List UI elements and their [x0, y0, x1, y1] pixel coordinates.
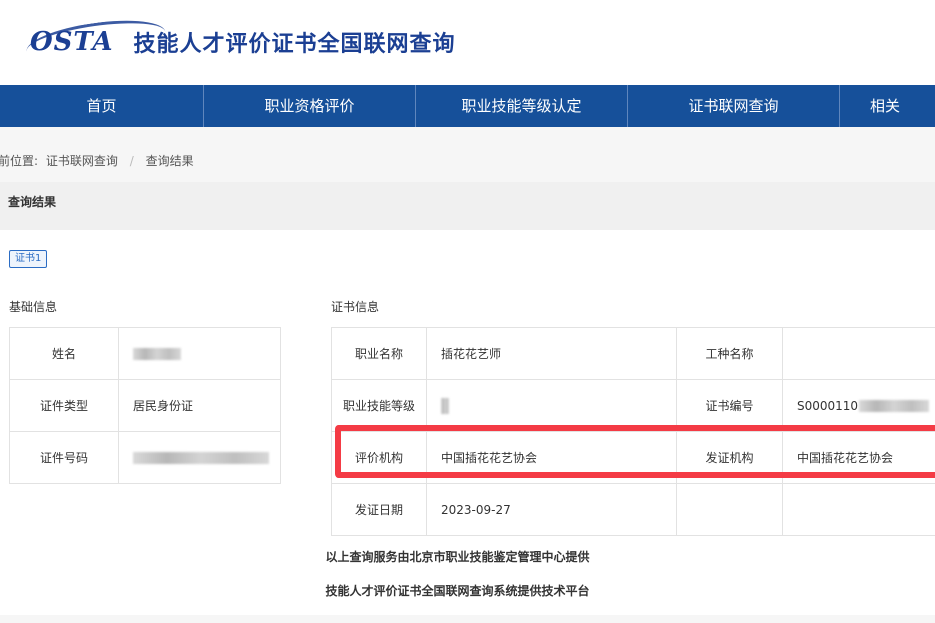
- osta-logo-mark: OSTA: [30, 27, 128, 57]
- cert-key-cert-number: 证书编号: [676, 379, 783, 432]
- result-title: 查询结果: [8, 195, 57, 209]
- nav-item-related[interactable]: 相关: [840, 85, 935, 127]
- cert-value-issuing-org: 中国插花花艺协会: [782, 431, 935, 484]
- cert-info-heading: 证书信息: [331, 300, 380, 314]
- table-row: 职业技能等级 证书编号 S0000110: [331, 379, 935, 432]
- cert-info-table: 职业名称 插花花艺师 工种名称 职业技能等级 证书编号 S0000110 评价机…: [331, 327, 935, 536]
- basic-value-id-number: [118, 431, 281, 484]
- redacted-value: [441, 397, 449, 414]
- basic-info-table: 姓名 证件类型 居民身份证 证件号码: [9, 327, 281, 484]
- cert-key-issue-date: 发证日期: [331, 483, 427, 536]
- cert-key-empty: [676, 483, 783, 536]
- table-row: 发证日期 2023-09-27: [331, 483, 935, 536]
- breadcrumb-current: 查询结果: [145, 154, 194, 168]
- nav-item-skill-level[interactable]: 职业技能等级认定: [416, 85, 628, 127]
- cert-key-occupation: 职业名称: [331, 327, 427, 380]
- cert-tab[interactable]: 证书1: [9, 250, 48, 268]
- table-row: 姓名: [9, 327, 281, 380]
- redacted-value: [859, 400, 930, 412]
- cert-value-eval-org: 中国插花花艺协会: [426, 431, 677, 484]
- main-nav: 首页 职业资格评价 职业技能等级认定 证书联网查询 相关: [0, 85, 935, 127]
- table-row: 证件类型 居民身份证: [9, 379, 281, 432]
- footer-service-note: 以上查询服务由北京市职业技能鉴定管理中心提供: [325, 550, 590, 564]
- bottom-strip: [0, 615, 935, 623]
- table-row: 职业名称 插花花艺师 工种名称: [331, 327, 935, 380]
- redacted-value: [133, 452, 269, 464]
- breadcrumb-label: 前位置:: [0, 154, 39, 168]
- cert-value-skill-level: [426, 379, 677, 432]
- breadcrumb: 前位置: 证书联网查询 / 查询结果: [0, 152, 194, 169]
- cert-value-work-type: [782, 327, 935, 380]
- cert-number-prefix: S0000110: [797, 398, 859, 413]
- cert-key-skill-level: 职业技能等级: [331, 379, 427, 432]
- cert-value-issue-date: 2023-09-27: [426, 483, 677, 536]
- cert-key-issuing-org: 发证机构: [676, 431, 783, 484]
- site-title: 技能人才评价证书全国联网查询: [133, 32, 456, 57]
- cert-value-cert-number: S0000110: [782, 379, 935, 432]
- breadcrumb-separator: /: [129, 154, 134, 168]
- basic-value-id-type: 居民身份证: [118, 379, 281, 432]
- basic-value-name: [118, 327, 281, 380]
- nav-item-cert-query[interactable]: 证书联网查询: [628, 85, 840, 127]
- breadcrumb-link-cert-query[interactable]: 证书联网查询: [46, 154, 118, 168]
- nav-item-home[interactable]: 首页: [0, 85, 204, 127]
- basic-key-id-type: 证件类型: [9, 379, 119, 432]
- cert-value-empty: [782, 483, 935, 536]
- redacted-value: [133, 348, 181, 360]
- cert-key-work-type: 工种名称: [676, 327, 783, 380]
- result-bar: [0, 182, 935, 230]
- site-logo[interactable]: OSTA 技能人才评价证书全国联网查询: [30, 22, 456, 62]
- basic-key-name: 姓名: [9, 327, 119, 380]
- basic-info-heading: 基础信息: [9, 300, 58, 314]
- table-row: 证件号码: [9, 431, 281, 484]
- footer-platform-note: 技能人才评价证书全国联网查询系统提供技术平台: [325, 584, 590, 598]
- site-header: OSTA 技能人才评价证书全国联网查询: [0, 0, 935, 85]
- cert-value-occupation: 插花花艺师: [426, 327, 677, 380]
- table-row: 评价机构 中国插花花艺协会 发证机构 中国插花花艺协会: [331, 431, 935, 484]
- nav-item-qualification[interactable]: 职业资格评价: [204, 85, 416, 127]
- cert-key-eval-org: 评价机构: [331, 431, 427, 484]
- basic-key-id-number: 证件号码: [9, 431, 119, 484]
